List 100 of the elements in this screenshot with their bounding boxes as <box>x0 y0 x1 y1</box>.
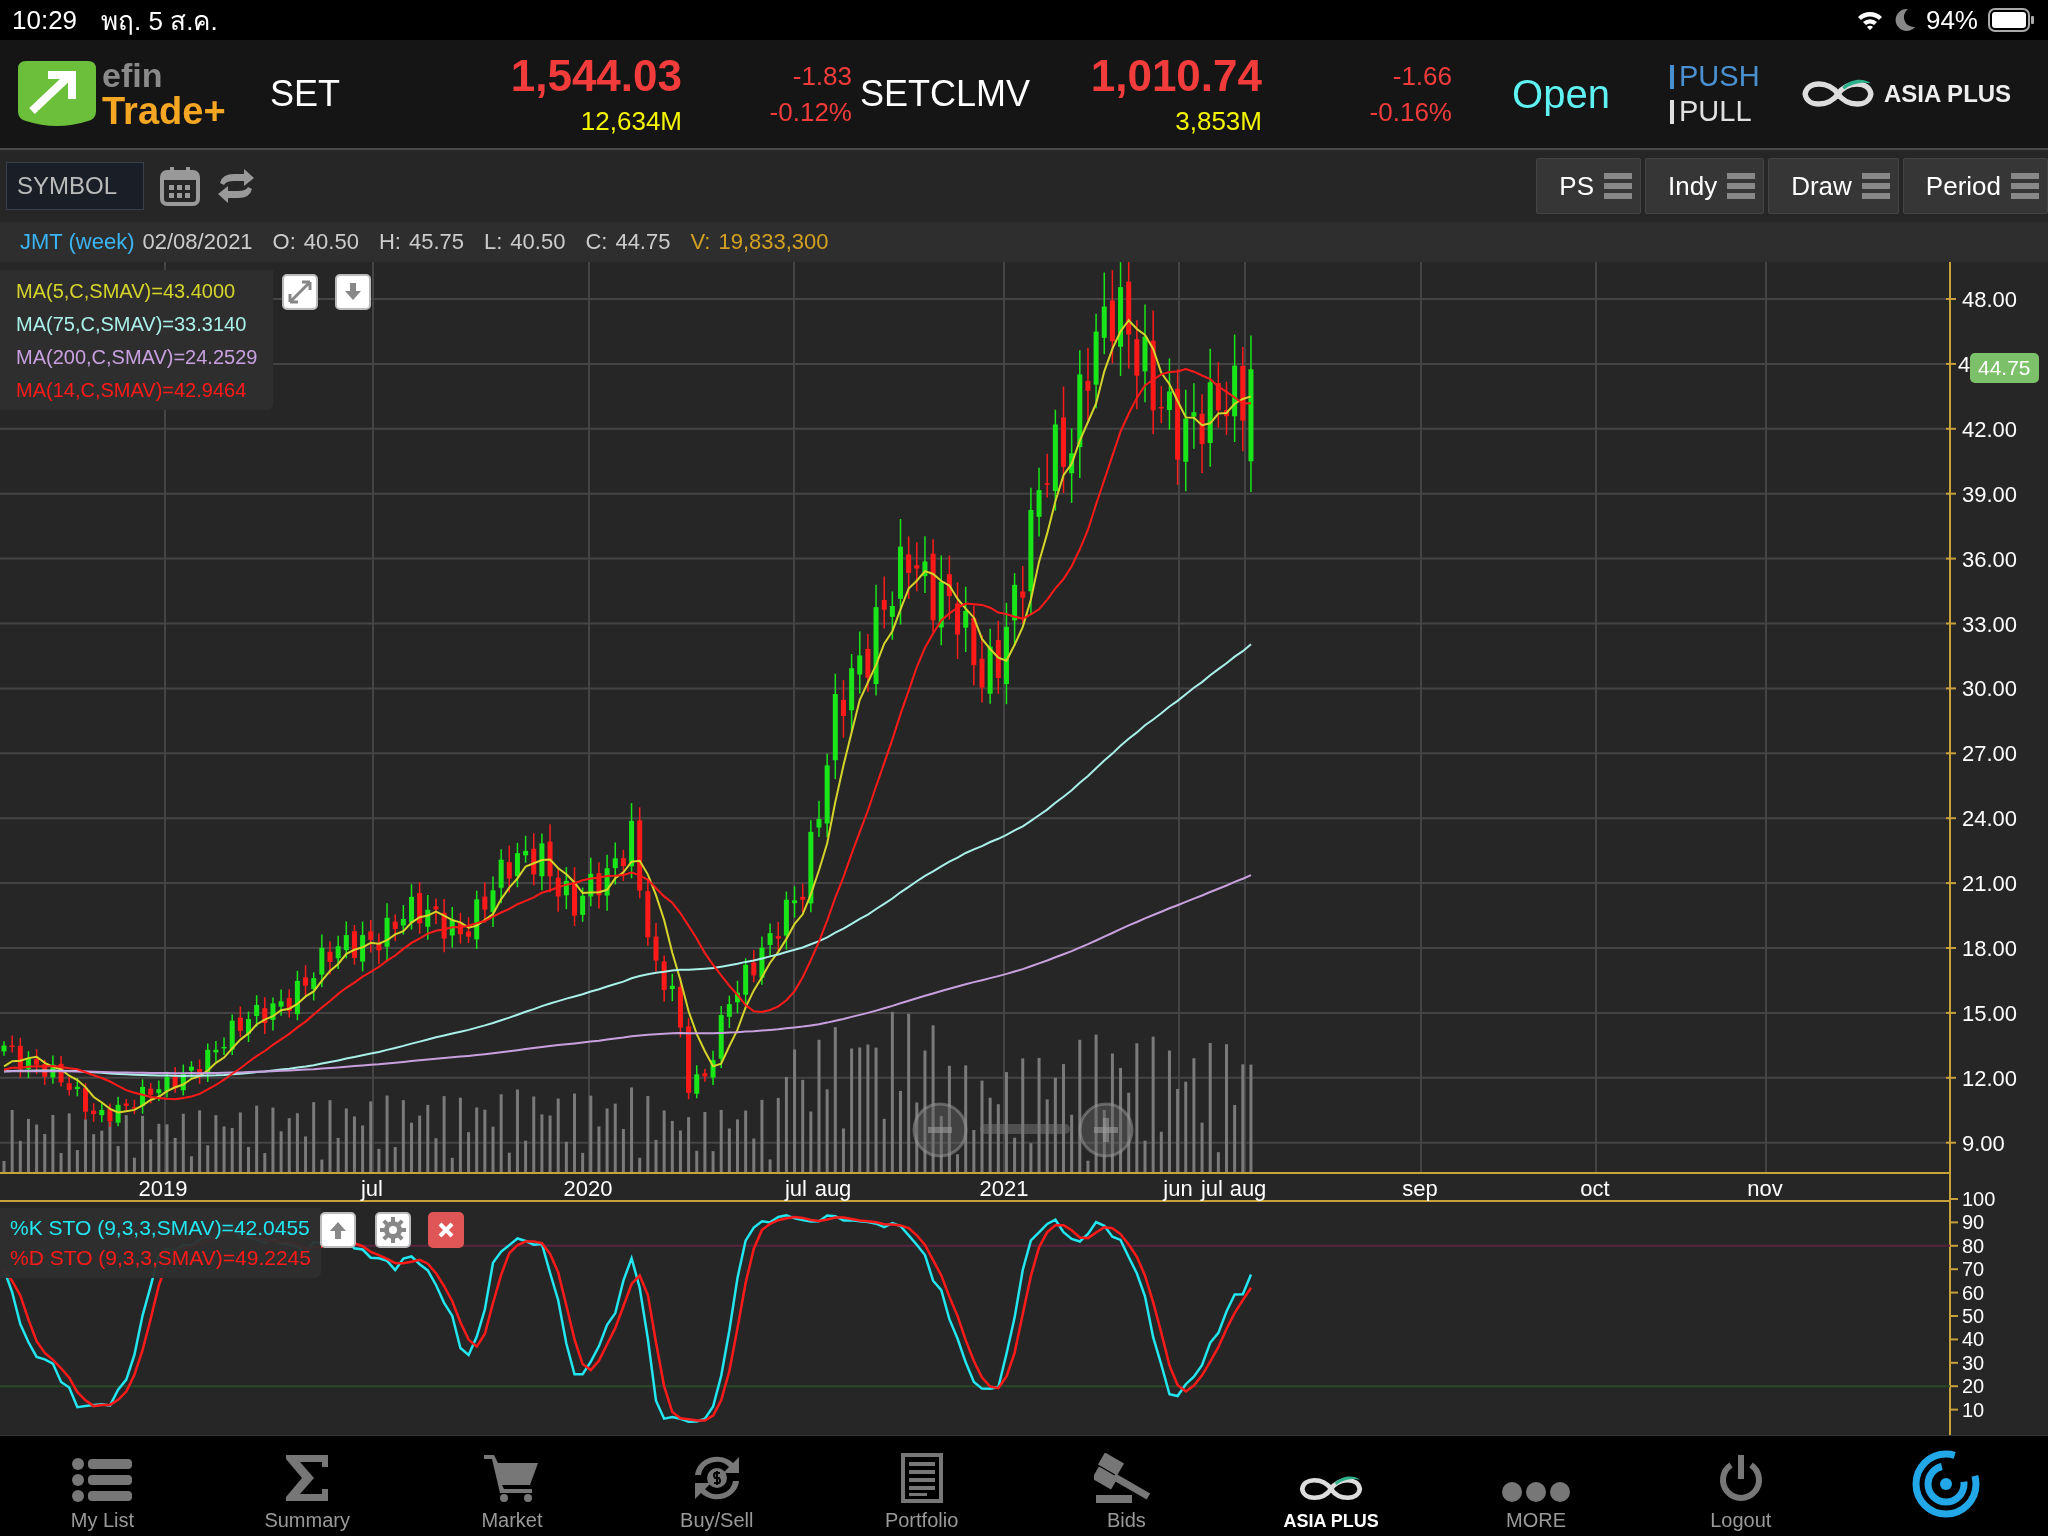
date-axis-label: aug <box>1229 1176 1267 1201</box>
date-axis-label: 2019 <box>138 1176 188 1201</box>
settings-icon <box>380 1217 406 1243</box>
legend-entry: %K STO (9,3,3,SMAV)=42.0455 <box>10 1216 311 1240</box>
legend-entry: MA(5,C,SMAV)=43.4000 <box>16 280 237 303</box>
list-icon <box>72 1457 133 1503</box>
stochastic-axis-label: 100 <box>1962 1188 1996 1210</box>
close-button[interactable] <box>428 1212 464 1248</box>
power-icon <box>1717 1453 1764 1503</box>
stochastic-axis-label: 40 <box>1962 1328 1985 1351</box>
clock-time: 10:29 <box>12 4 78 36</box>
quote-date: 02/08/2021 <box>142 229 253 255</box>
battery-percent: 94% <box>1925 4 1978 36</box>
tab-bar-item[interactable]: Buy/Sell <box>614 1436 820 1536</box>
circular-app-icon <box>1910 1449 1981 1519</box>
date-axis-label: jun <box>1163 1176 1193 1201</box>
status-date: พฤ. 5 ส.ค. <box>101 4 218 38</box>
toolbar-menu-button[interactable]: PS <box>1536 158 1641 214</box>
legend-entry: MA(75,C,SMAV)=33.3140 <box>16 313 248 336</box>
toolbar-menu-button[interactable]: Indy <box>1645 158 1765 214</box>
stochastic-axis-label: 60 <box>1962 1281 1985 1304</box>
tab-bar-item[interactable]: Bids <box>1024 1436 1229 1536</box>
logo-text: efin <box>102 58 164 92</box>
index-change: -1.66 <box>1392 63 1452 89</box>
quote-label: L: <box>483 229 503 255</box>
menu-icon <box>1861 173 1890 199</box>
menu-icon <box>1604 173 1632 199</box>
price-axis-label: 12.00 <box>1962 1065 2018 1091</box>
quote-label: H: <box>378 229 401 255</box>
date-axis-label: oct <box>1580 1176 1610 1201</box>
stochastic-axis-label: 50 <box>1962 1305 1985 1327</box>
quote-value: 19,833,300 <box>718 229 829 255</box>
market-status: Open <box>1511 71 1611 117</box>
quote-label: C: <box>585 229 608 255</box>
logo-text: Trade+ <box>102 92 226 130</box>
quote-value: 45.75 <box>408 229 464 255</box>
expand-button[interactable] <box>282 274 318 310</box>
toolbar-menu-button[interactable]: Period <box>1902 158 2048 214</box>
date-axis-label: 2021 <box>979 1176 1029 1201</box>
date-axis-label: sep <box>1402 1176 1438 1201</box>
tab-bar-item[interactable]: Summary <box>204 1436 410 1536</box>
tab-bar-item[interactable]: MORE <box>1433 1436 1639 1536</box>
menu-icon <box>2011 173 2039 199</box>
quote-label: V: <box>690 229 711 255</box>
price-axis-label: 24.00 <box>1962 806 2018 832</box>
expand-icon <box>288 280 312 304</box>
zoom-slider-track[interactable] <box>980 1124 1070 1134</box>
zoom-in-icon[interactable] <box>1078 1102 1134 1158</box>
calendar-icon[interactable] <box>160 166 200 206</box>
quote-value: 40.50 <box>303 229 359 255</box>
date-axis-label: nov <box>1747 1176 1783 1201</box>
settings-button[interactable] <box>375 1212 411 1248</box>
stochastic-axis-label: 90 <box>1962 1211 1985 1234</box>
down-arrow-icon <box>344 283 362 301</box>
toolbar-menu-button[interactable]: Draw <box>1768 158 1899 214</box>
quote-value: 40.50 <box>510 229 566 255</box>
price-axis-label: 48.00 <box>1962 287 2018 312</box>
date-axis-label: 2020 <box>563 1176 613 1201</box>
legend-entry: MA(200,C,SMAV)=24.2529 <box>16 346 258 369</box>
symbol-field[interactable]: SYMBOL <box>6 162 144 210</box>
move-up-button[interactable] <box>320 1212 356 1248</box>
stochastic-axis-label: 80 <box>1962 1234 1985 1257</box>
battery-icon <box>1988 8 2036 32</box>
price-axis-label: 9.00 <box>1962 1130 2005 1156</box>
refresh-icon[interactable] <box>216 169 256 203</box>
document-icon <box>900 1453 943 1503</box>
cart-icon <box>484 1453 540 1503</box>
download-button[interactable] <box>335 274 371 310</box>
index-volume: 3,853M <box>1175 108 1262 134</box>
quote-value: 44.75 <box>615 229 671 255</box>
tab-bar-item[interactable]: My List <box>0 1436 205 1536</box>
date-axis-label: jul <box>1201 1176 1223 1201</box>
price-axis-label: 21.00 <box>1962 871 2018 897</box>
mode-toggle[interactable]: PUSH <box>1670 62 1798 91</box>
menu-icon <box>1727 173 1756 199</box>
index-name: SETCLMV <box>859 73 1032 115</box>
tab-bar-item[interactable]: Logout <box>1638 1436 1844 1536</box>
symbol-period: JMT (week) <box>20 229 135 255</box>
price-axis-label: 15.00 <box>1962 1000 2018 1026</box>
date-axis-label: jul <box>361 1176 383 1201</box>
close-icon <box>438 1222 454 1238</box>
index-value: 1,544.03 <box>510 54 682 98</box>
zoom-out-icon[interactable] <box>912 1102 968 1158</box>
moon-icon <box>1893 8 1916 32</box>
tab-bar-item[interactable]: Portfolio <box>819 1436 1024 1536</box>
date-axis-label: aug <box>814 1176 852 1201</box>
stochastic-axis-label: 70 <box>1962 1258 1985 1281</box>
last-price-badge: 44.75 <box>1970 353 2039 383</box>
broker-tab[interactable]: ASIA PLUS <box>1228 1436 1434 1536</box>
price-axis-label: 39.00 <box>1962 481 2018 507</box>
stochastic-axis-label: 30 <box>1962 1351 1985 1374</box>
tab-bar-item[interactable]: Market <box>409 1436 615 1536</box>
price-axis-label: 27.00 <box>1962 741 2018 767</box>
quote-label: O: <box>272 229 296 255</box>
mode-toggle[interactable]: PULL <box>1670 97 1798 126</box>
up-arrow-icon <box>329 1221 347 1239</box>
price-axis-label: 4 <box>1958 351 1971 377</box>
price-axis-label: 18.00 <box>1962 936 2018 961</box>
index-percent-change: -0.12% <box>769 99 852 125</box>
price-axis-label: 33.00 <box>1962 611 2018 637</box>
